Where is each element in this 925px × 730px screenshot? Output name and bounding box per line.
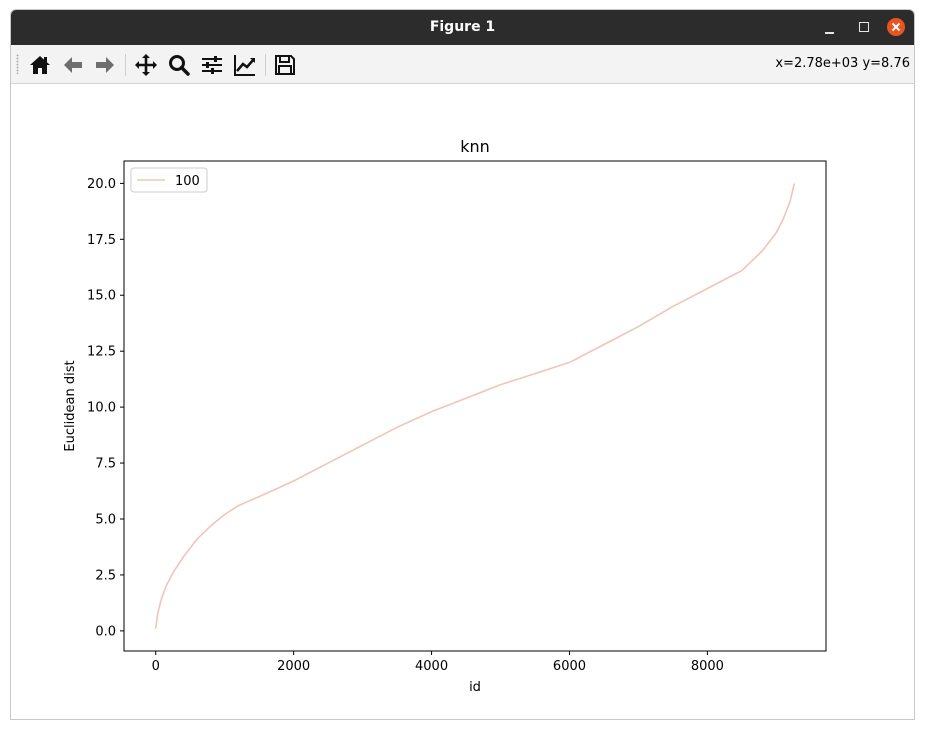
x-tick-label: 8000 xyxy=(691,659,724,674)
x-tick-label: 0 xyxy=(152,659,160,674)
zoom-button[interactable] xyxy=(167,53,191,77)
y-tick-label: 20.0 xyxy=(87,177,116,192)
edit-axes-button[interactable] xyxy=(233,53,257,77)
axes-frame xyxy=(123,160,827,652)
x-tick-label: 2000 xyxy=(277,659,310,674)
pan-move-icon xyxy=(135,54,157,76)
y-tick-label: 10.0 xyxy=(87,401,116,416)
x-tick-label: 4000 xyxy=(415,659,448,674)
cursor-coordinates: x=2.78e+03 y=8.76 xyxy=(775,56,910,71)
title-bar[interactable]: Figure 1 xyxy=(11,10,914,45)
y-tick-label: 5.0 xyxy=(95,512,116,527)
maximize-icon xyxy=(859,22,869,32)
toolbar-separator xyxy=(125,54,126,76)
plot-svg[interactable]: knn id Euclidean dist 0 2000 4000 6000 80000… xyxy=(11,84,914,720)
series-lines xyxy=(154,183,796,629)
configure-subplots-button[interactable] xyxy=(200,53,224,77)
zoom-magnifier-icon xyxy=(169,55,190,76)
y-axis-label: Euclidean dist xyxy=(63,360,78,451)
chart-title: knn xyxy=(460,137,490,156)
y-tick-label: 2.5 xyxy=(95,568,116,583)
window-title: Figure 1 xyxy=(429,19,496,35)
axis-ticks: 0 2000 4000 6000 8000 0.0 2.5 5.0 7.5 10.0 12.5 15.… xyxy=(87,177,724,674)
minimize-icon xyxy=(825,32,834,34)
home-button[interactable] xyxy=(28,53,52,77)
x-tick-label: 6000 xyxy=(553,659,586,674)
save-floppy-icon xyxy=(275,55,295,75)
toolbar-grip[interactable] xyxy=(16,54,19,74)
series-line xyxy=(154,183,796,629)
pan-button[interactable] xyxy=(134,53,158,77)
home-icon xyxy=(30,56,50,74)
legend-label: 100 xyxy=(175,174,200,189)
y-tick-label: 15.0 xyxy=(87,289,116,304)
minimize-button[interactable] xyxy=(815,10,845,45)
close-button[interactable] xyxy=(883,10,913,45)
maximize-button[interactable] xyxy=(849,10,879,45)
x-axis-label: id xyxy=(469,680,481,695)
figure-canvas[interactable]: knn id Euclidean dist 0 2000 4000 6000 8000 0… xyxy=(11,84,914,719)
navigation-toolbar: x=2.78e+03 y=8.76 xyxy=(11,45,914,84)
y-tick-label: 12.5 xyxy=(87,345,116,360)
forward-arrow-icon xyxy=(96,57,114,73)
back-button[interactable] xyxy=(61,53,85,77)
back-arrow-icon xyxy=(64,57,82,73)
toolbar-separator xyxy=(265,54,266,76)
y-tick-label: 0.0 xyxy=(95,624,116,639)
legend: 100 xyxy=(130,167,208,193)
y-tick-label: 17.5 xyxy=(87,233,116,248)
figure-window: Figure 1 x=2.78e+03 y=8.76 knn id Euclid… xyxy=(10,9,915,720)
save-button[interactable] xyxy=(273,53,297,77)
close-icon xyxy=(887,18,905,36)
edit-axes-icon xyxy=(234,55,255,76)
y-tick-label: 7.5 xyxy=(95,457,116,472)
forward-button[interactable] xyxy=(93,53,117,77)
subplots-sliders-icon xyxy=(202,56,222,74)
